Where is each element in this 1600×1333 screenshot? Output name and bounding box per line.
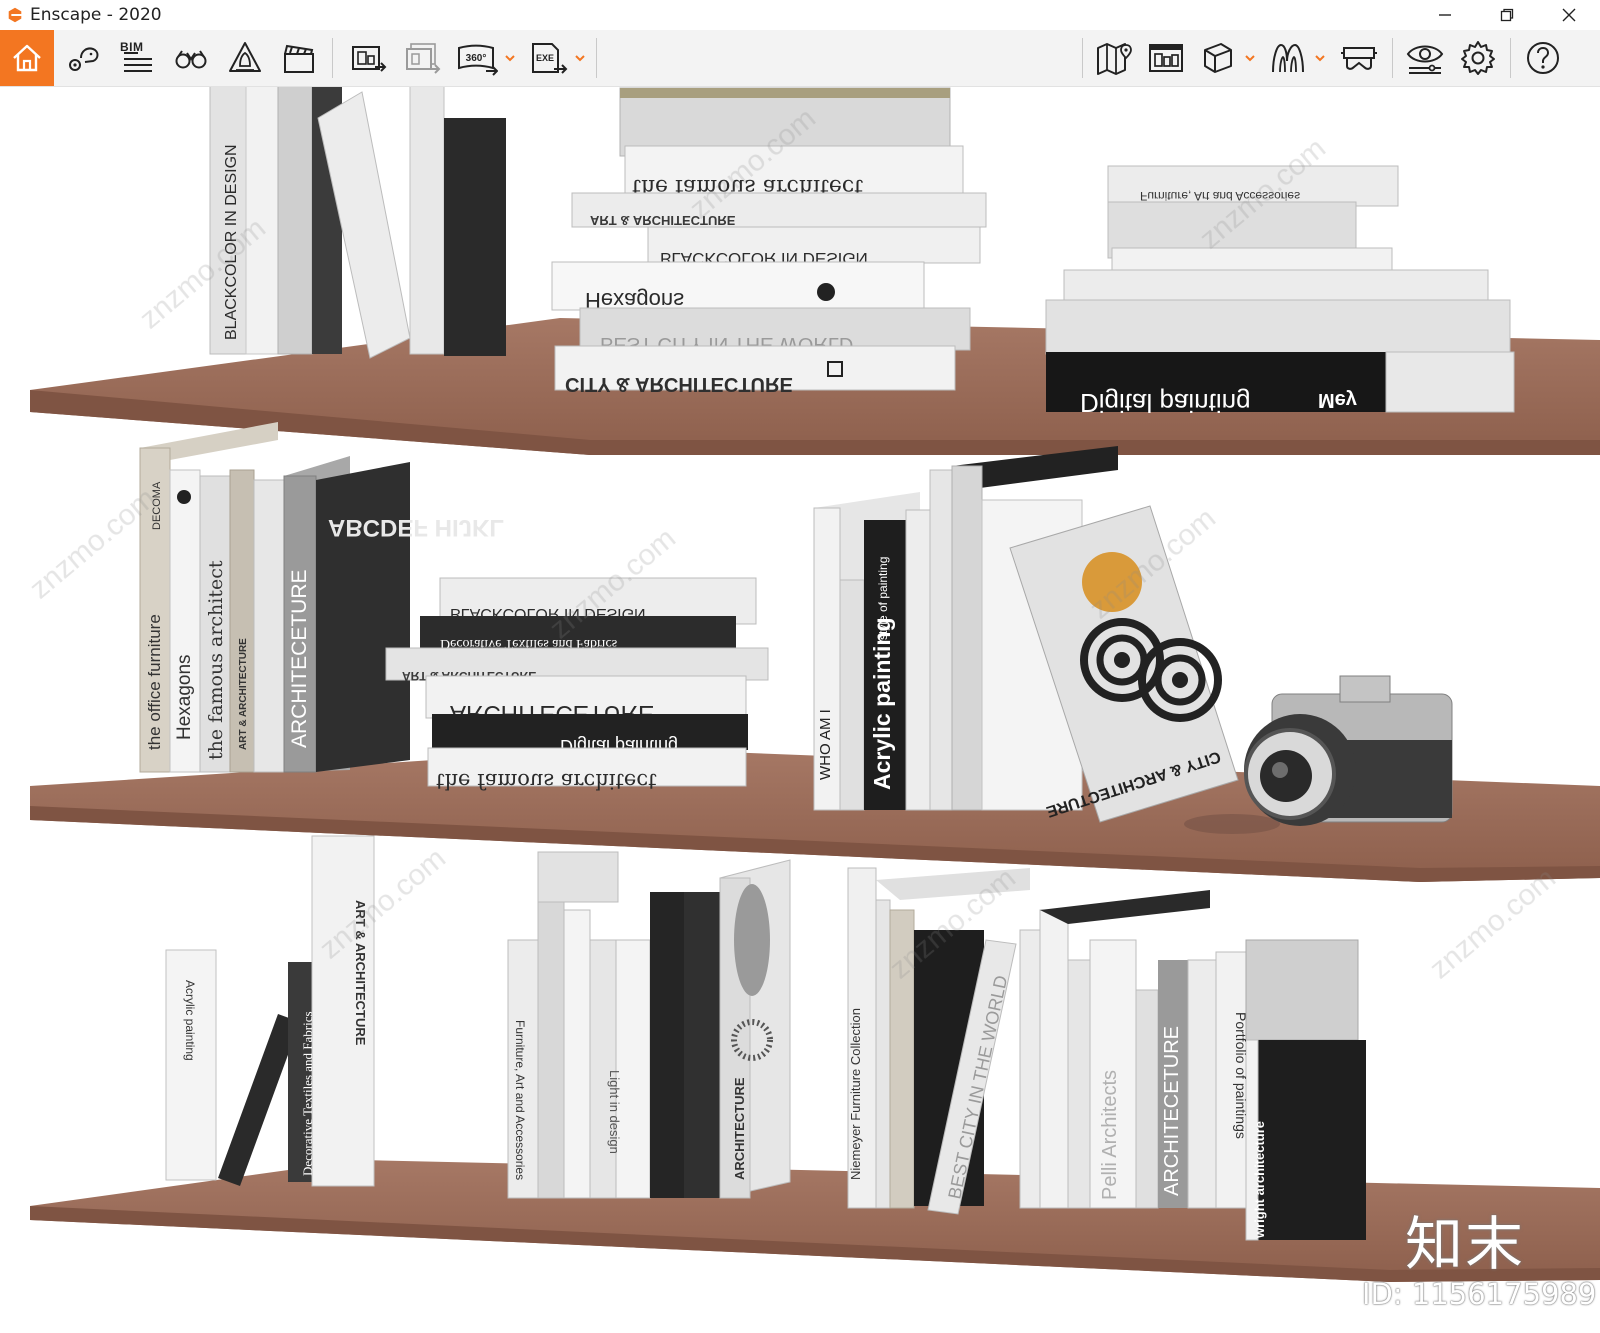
minimize-button[interactable]	[1414, 0, 1476, 30]
walk-binoculars-button[interactable]	[168, 30, 214, 86]
spine-style-of-painting: style of painting	[876, 557, 890, 640]
panorama-dropdown-chevron-icon[interactable]	[504, 52, 516, 64]
views-icon	[69, 47, 99, 71]
gallery-button[interactable]	[1142, 30, 1190, 86]
material-dropdown-chevron-icon[interactable]	[1314, 52, 1326, 64]
exe-label: EXE	[536, 53, 554, 63]
main-toolbar: BIM 360° EXE	[0, 30, 1600, 87]
spine-light-in-design: Light in design	[607, 1070, 622, 1154]
cover-abcdef: ABCDEF HIJKL	[328, 514, 504, 541]
middle-right-books: WHO AM I Acrylic painting style of paint…	[813, 446, 1239, 823]
spine-wright-architecture: wright architecture	[1252, 1121, 1267, 1239]
spine-art-architecture: ART & ARCHITECTURE	[238, 638, 249, 750]
spine-architecture-bottom: ARCHITECTURE	[732, 1077, 747, 1180]
material-icon	[1272, 43, 1304, 73]
stack-famous-architect-2: the famous architect	[436, 769, 657, 793]
window-title: Enscape - 2020	[30, 5, 162, 25]
spine-who-am-i: WHO AM I	[817, 709, 834, 780]
spine-acrylic-painting: Acrylic painting	[869, 617, 895, 790]
batch-export-button[interactable]	[398, 30, 446, 86]
bim-button[interactable]	[112, 30, 162, 86]
bottom-left-books: Acrylic painting Decorative Textiles and…	[165, 835, 375, 1187]
restore-icon	[1500, 8, 1514, 22]
spine-architecture: ARCHITECETURE	[288, 569, 311, 748]
spine-office-furniture: the office furniture	[145, 614, 164, 750]
panorama-label: 360°	[466, 53, 487, 64]
bookshelf-render: BLACKCOLOR IN DESIGN the famous architec…	[23, 87, 1600, 1282]
screenshot-export-button[interactable]	[344, 30, 392, 86]
spine-hexagons: Hexagons	[174, 654, 195, 740]
map-icon	[1097, 43, 1132, 75]
stack-city-architecture: CITY & ARCHITECTURE	[565, 373, 793, 395]
close-button[interactable]	[1538, 0, 1600, 30]
spine-furniture-bottom: Furniture, Art and Accessories	[513, 1020, 527, 1180]
help-button[interactable]	[1518, 30, 1568, 86]
atmosphere-button[interactable]	[222, 30, 268, 86]
brand-mark: 知末	[1405, 1210, 1526, 1278]
batch-export-icon	[406, 43, 441, 74]
enscape-logo-icon	[8, 7, 22, 23]
stack-mey: Mey	[1318, 389, 1358, 411]
spine-decorative-small: Decorative Textiles and Fabrics	[300, 1011, 315, 1176]
map-button[interactable]	[1090, 30, 1138, 86]
home-icon	[13, 44, 41, 72]
bim-label: BIM	[120, 40, 144, 54]
asset-library-icon	[1204, 43, 1232, 73]
panorama-export-icon: 360°	[458, 44, 498, 76]
video-icon	[284, 44, 314, 73]
visual-settings-icon	[1406, 45, 1444, 74]
title-bar: Enscape - 2020	[0, 0, 1600, 30]
gallery-icon	[1149, 44, 1183, 72]
home-button[interactable]	[0, 30, 54, 86]
screenshot-export-icon	[352, 46, 387, 72]
exe-dropdown-chevron-icon[interactable]	[574, 52, 586, 64]
video-editor-button[interactable]	[276, 30, 322, 86]
vr-headset-icon	[1341, 47, 1377, 70]
render-viewport[interactable]: BLACKCOLOR IN DESIGN the famous architec…	[0, 87, 1600, 1333]
exe-export-icon: EXE	[532, 43, 568, 74]
top-right-stack: Furniture, Art and Accessories Digital p…	[1045, 165, 1515, 418]
image-id-label: ID: 1156175989	[1362, 1277, 1597, 1311]
bottom-center-books: Furniture, Art and Accessories Light in …	[507, 851, 791, 1199]
views-button[interactable]	[60, 30, 106, 86]
atmosphere-icon	[229, 42, 261, 72]
help-icon	[1527, 42, 1559, 74]
exe-export-button[interactable]: EXE	[524, 30, 572, 86]
vr-headset-button[interactable]	[1334, 30, 1384, 86]
binoculars-icon	[175, 50, 207, 69]
spine-acrylic-small: Acrylic painting	[183, 980, 197, 1061]
visual-settings-button[interactable]	[1400, 30, 1450, 86]
spine-architecture-right: ARCHITECETURE	[1161, 1026, 1183, 1196]
panorama-export-button[interactable]: 360°	[452, 30, 502, 86]
spine-pelli: Pelli Architects	[1099, 1070, 1121, 1200]
settings-button[interactable]	[1454, 30, 1502, 86]
close-icon	[1562, 8, 1576, 22]
spine-niemeyer: Niemeyer Furniture Collection	[848, 1008, 863, 1180]
asset-library-button[interactable]	[1194, 30, 1242, 86]
spine-portfolio: Portfolio of paintings	[1233, 1012, 1249, 1139]
settings-icon	[1461, 41, 1495, 75]
restore-button[interactable]	[1476, 0, 1538, 30]
asset-dropdown-chevron-icon[interactable]	[1244, 52, 1256, 64]
stack-digital-painting: Digital painting	[1080, 388, 1251, 418]
material-editor-button[interactable]	[1264, 30, 1312, 86]
minimize-icon	[1439, 14, 1451, 16]
spine-famous-architect: the famous architect	[205, 560, 227, 760]
